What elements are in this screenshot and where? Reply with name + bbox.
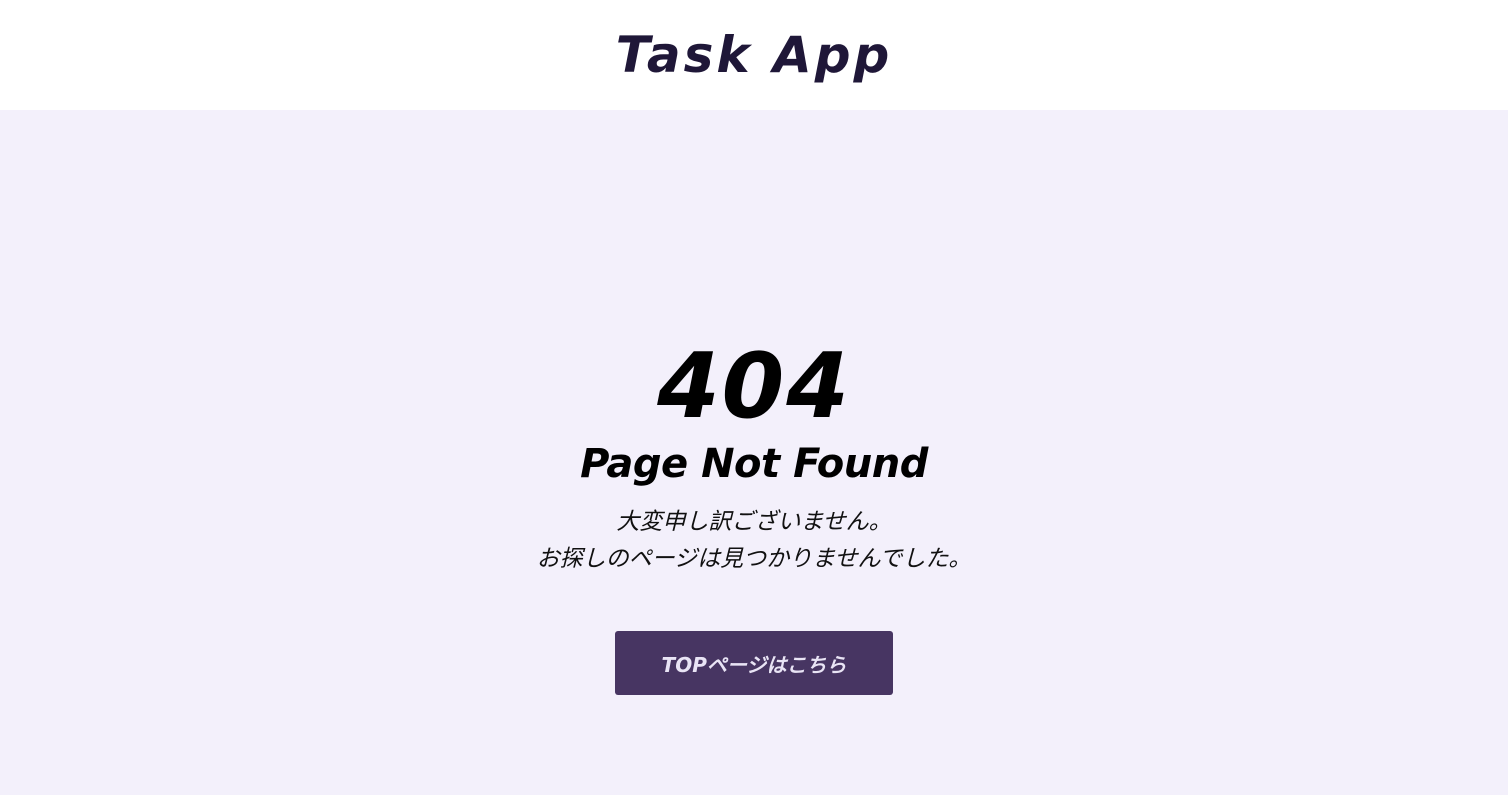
app-title: Task App bbox=[615, 26, 893, 84]
error-code: 404 bbox=[657, 334, 851, 439]
error-title: Page Not Found bbox=[580, 441, 928, 487]
not-found-section: 404 Page Not Found 大変申し訳ございません。 お探しのページは… bbox=[0, 342, 1508, 695]
error-message-line-1: 大変申し訳ございません。 bbox=[616, 509, 892, 535]
error-message: 大変申し訳ございません。 お探しのページは見つかりませんでした。 bbox=[0, 504, 1508, 578]
app-header: Task App bbox=[0, 0, 1508, 110]
top-page-button[interactable]: TOPページはこちら bbox=[615, 631, 893, 695]
error-message-line-2: お探しのページは見つかりませんでした。 bbox=[536, 546, 972, 572]
main-content: 404 Page Not Found 大変申し訳ございません。 お探しのページは… bbox=[0, 110, 1508, 795]
